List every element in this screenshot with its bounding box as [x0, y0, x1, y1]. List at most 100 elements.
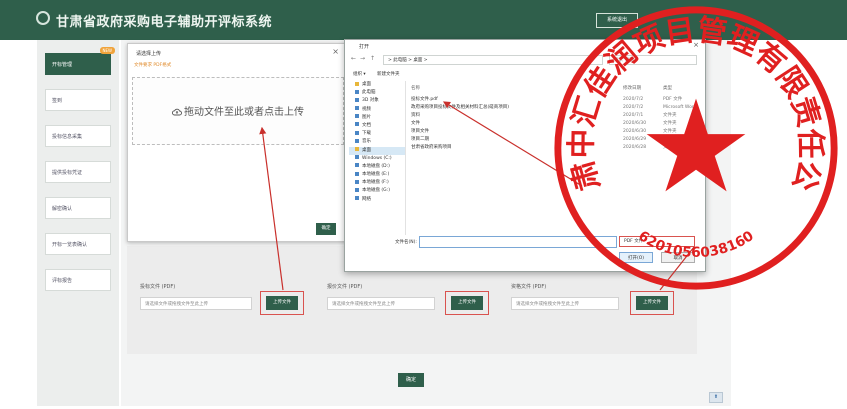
- upload-field[interactable]: 请选择文件或拖拽文件至此上传: [140, 297, 252, 310]
- file-row[interactable]: 投标文件.pdf 2020/7/2 PDF 文件: [411, 96, 701, 104]
- address-bar[interactable]: > 此电脑 > 桌面 >: [383, 55, 603, 65]
- back-arrow-icon[interactable]: ←: [351, 55, 356, 62]
- sidebar-item-label: 开标一览表确认: [52, 242, 88, 248]
- filetype-select[interactable]: PDF 文件: [619, 236, 695, 247]
- sidebar-item-report[interactable]: 评标报告: [45, 269, 111, 291]
- nav-item[interactable]: 3D 对象: [349, 97, 405, 105]
- file-date: 2020/7/2: [623, 97, 644, 102]
- upload-label: 报价文件 (PDF): [327, 284, 363, 290]
- file-row[interactable]: 政府采购项目投标文件及相关材料汇总(磋商项目) 2020/7/2 Microsoft…: [411, 104, 701, 112]
- video-icon: [355, 106, 359, 111]
- sidebar-item-label: 解密确认: [52, 206, 73, 212]
- upload-dropzone[interactable]: 拖动文件至此或者点击上传: [132, 77, 344, 145]
- document-icon: [355, 122, 359, 127]
- file-name: 项目二期: [411, 137, 429, 142]
- nav-item[interactable]: Windows (C:): [349, 155, 405, 163]
- sidebar-item-info-collection[interactable]: 投标信息采集: [45, 125, 111, 147]
- file-date: 2020/6/30: [623, 121, 647, 126]
- new-folder-button[interactable]: 新建文件夹: [377, 71, 400, 77]
- file-row[interactable]: 资料 2020/7/1 文件夹: [411, 112, 701, 120]
- logout-button[interactable]: 系统退出: [596, 13, 638, 28]
- confirm-button[interactable]: 确定: [398, 373, 424, 387]
- file-date: 2020/6/28: [623, 145, 647, 150]
- file-row[interactable]: 文件 2020/6/30 文件夹: [411, 120, 701, 128]
- file-type: 文件夹: [663, 137, 677, 142]
- column-header-name[interactable]: 名称: [411, 85, 420, 91]
- nav-item-label: 桌面: [362, 147, 371, 153]
- sidebar-item-bid-opening[interactable]: 开标管理 NEW: [45, 47, 115, 75]
- file-date: 2020/7/1: [623, 113, 644, 118]
- file-name: 资料: [411, 113, 420, 118]
- nav-item[interactable]: 视频: [349, 106, 405, 114]
- file-row[interactable]: 甘肃省政府采购项目 2020/6/28 文件夹: [411, 144, 701, 152]
- picture-icon: [355, 114, 359, 119]
- nav-item[interactable]: 本地磁盘 (F:): [349, 179, 405, 187]
- nav-item[interactable]: 此电脑: [349, 89, 405, 97]
- nav-item[interactable]: 图片: [349, 114, 405, 122]
- file-date: 2020/7/2: [623, 105, 644, 110]
- nav-item[interactable]: 本地磁盘 (E:): [349, 171, 405, 179]
- file-type: 文件夹: [663, 129, 677, 134]
- organize-menu[interactable]: 组织 ▾: [353, 71, 366, 77]
- sidebar-item-summary-confirm[interactable]: 开标一览表确认: [45, 233, 111, 255]
- sidebar-item-voucher[interactable]: 提供投标凭证: [45, 161, 111, 183]
- up-arrow-icon[interactable]: ↑: [370, 55, 375, 62]
- open-button[interactable]: 打开(O): [619, 252, 653, 263]
- upload-label: 资格文件 (PDF): [511, 284, 547, 290]
- dialog-hint: 文件要求 PDF格式: [134, 63, 172, 68]
- logo-icon: [36, 11, 50, 25]
- nav-item[interactable]: 本地磁盘 (G:): [349, 187, 405, 195]
- cancel-button[interactable]: 取消: [661, 252, 695, 263]
- sidebar-item-label: 提供投标凭证: [52, 170, 83, 176]
- file-row[interactable]: 项目文件 2020/6/30 文件夹: [411, 128, 701, 136]
- nav-item-label: Windows (C:): [362, 155, 392, 161]
- sidebar-item-sign-in[interactable]: 签到: [45, 89, 111, 111]
- upload-field[interactable]: 请选择文件或拖拽文件至此上传: [511, 297, 619, 310]
- nav-item-label: 下载: [362, 131, 371, 137]
- file-name: 文件: [411, 121, 420, 126]
- nav-item[interactable]: 网络: [349, 196, 405, 204]
- close-icon[interactable]: ×: [693, 41, 699, 49]
- dropzone-label: 拖动文件至此或者点击上传: [184, 107, 304, 118]
- nav-item-label: 本地磁盘 (F:): [362, 180, 389, 186]
- file-type: 文件夹: [663, 113, 677, 118]
- column-header-type[interactable]: 类型: [663, 85, 672, 91]
- file-type: PDF 文件: [663, 97, 683, 102]
- filename-input[interactable]: [419, 236, 617, 248]
- search-input[interactable]: 搜索"桌面": [609, 55, 697, 65]
- sidebar-item-decrypt[interactable]: 解密确认: [45, 197, 111, 219]
- annotation-box: [260, 291, 304, 315]
- column-header-date[interactable]: 修改日期: [623, 85, 641, 91]
- file-name: 政府采购项目投标文件及相关材料汇总(磋商项目): [411, 105, 510, 110]
- download-icon: [355, 130, 359, 135]
- upload-label: 投标文件 (PDF): [140, 284, 176, 290]
- feedback-icon[interactable]: ⬆: [709, 392, 723, 403]
- nav-item-label: 本地磁盘 (D:): [362, 163, 390, 169]
- file-row[interactable]: 项目二期 2020/6/29 文件夹: [411, 136, 701, 144]
- annotation-box: [630, 291, 674, 315]
- nav-item-label: 3D 对象: [362, 98, 379, 104]
- file-dialog-title: 打开: [359, 44, 370, 50]
- folder-icon: [355, 147, 359, 151]
- nav-item[interactable]: 本地磁盘 (D:): [349, 163, 405, 171]
- file-date: 2020/6/29: [623, 137, 647, 142]
- nav-item[interactable]: 桌面: [349, 81, 405, 89]
- new-badge: NEW: [99, 47, 115, 54]
- nav-item-label: 此电脑: [362, 90, 376, 96]
- nav-item[interactable]: 下载: [349, 130, 405, 138]
- close-icon[interactable]: ×: [332, 47, 339, 56]
- nav-item-label: 音乐: [362, 139, 371, 145]
- annotation-box: [445, 291, 489, 315]
- nav-item[interactable]: 桌面: [349, 146, 405, 155]
- drive-icon: [355, 163, 359, 168]
- nav-item-label: 视频: [362, 106, 371, 112]
- dialog-ok-button[interactable]: 确定: [316, 223, 336, 235]
- nav-item[interactable]: 音乐: [349, 138, 405, 146]
- nav-item-label: 图片: [362, 114, 371, 120]
- nav-item-label: 网络: [362, 196, 371, 202]
- upload-field[interactable]: 请选择文件或拖拽文件至此上传: [327, 297, 435, 310]
- sidebar: 开标管理 NEW 签到 投标信息采集 提供投标凭证 解密确认 开标一览表确认 评…: [37, 40, 119, 406]
- sidebar-item-label: 投标信息采集: [52, 134, 83, 140]
- nav-item[interactable]: 文档: [349, 122, 405, 130]
- forward-arrow-icon[interactable]: →: [360, 55, 365, 62]
